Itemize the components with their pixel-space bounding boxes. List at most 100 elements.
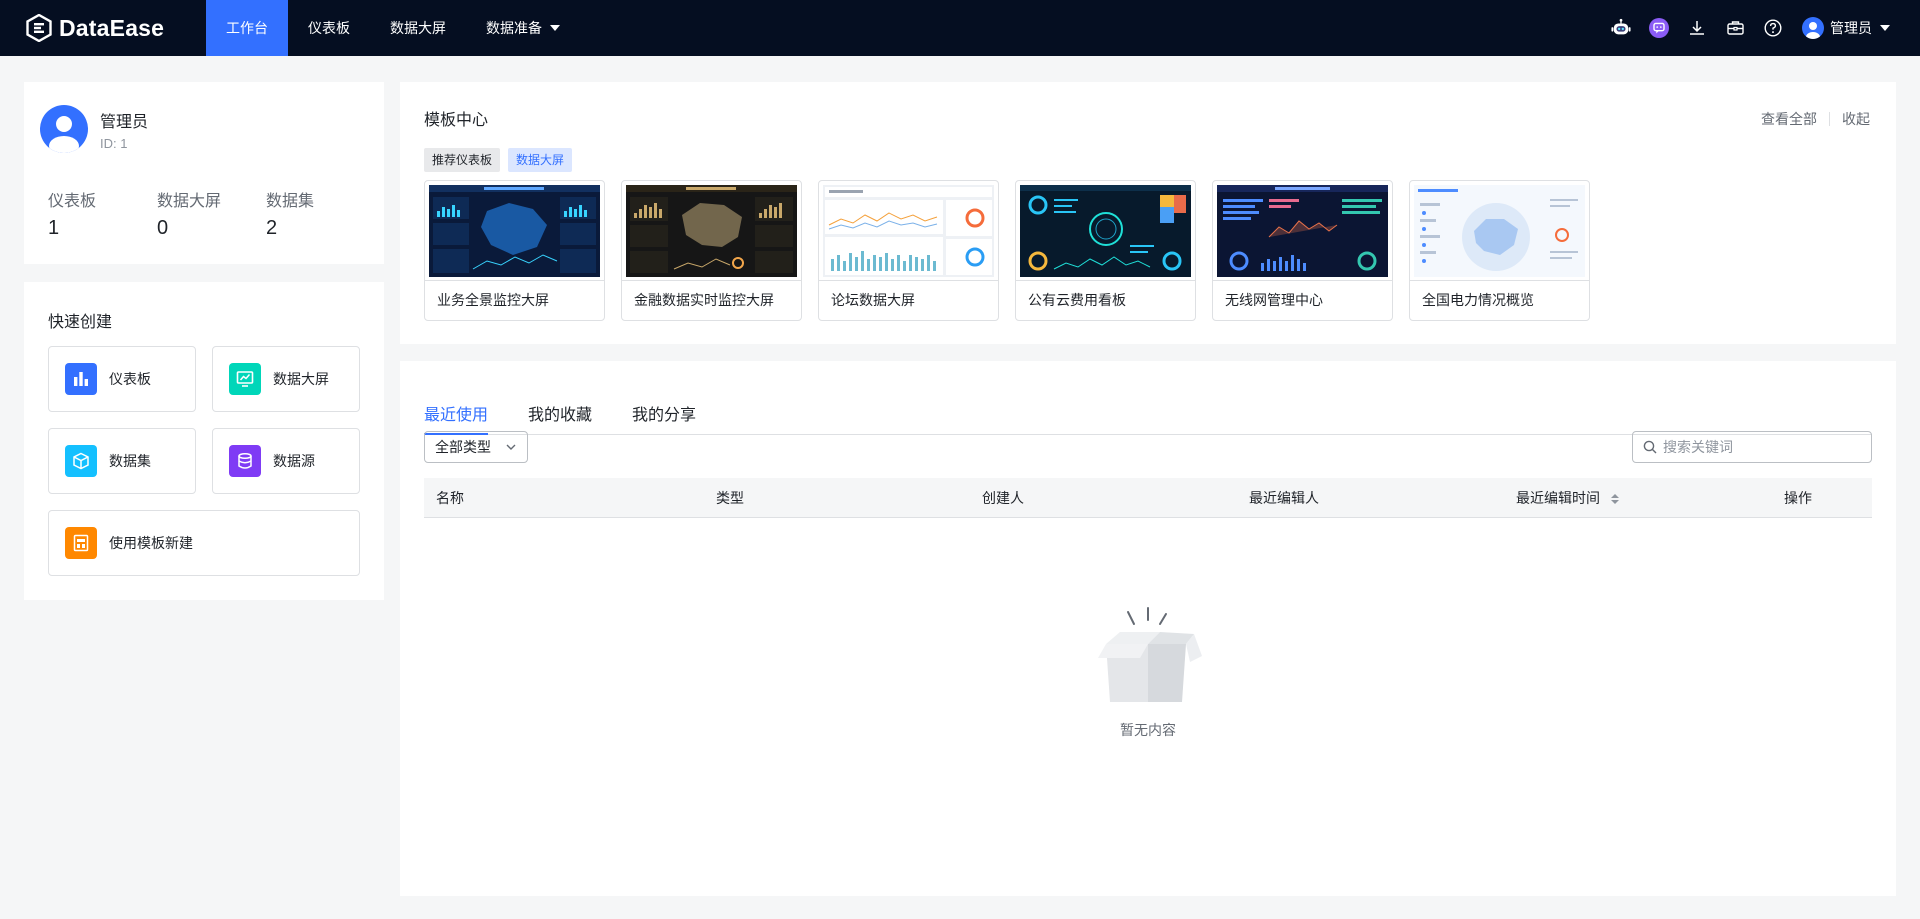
nav-item-label: 数据大屏 <box>390 20 446 36</box>
avatar <box>1802 17 1824 39</box>
tab-recent[interactable]: 最近使用 <box>424 381 489 435</box>
database-icon <box>229 445 261 477</box>
empty-box-icon <box>1098 607 1202 702</box>
nav-item-label: 数据准备 <box>486 20 542 36</box>
stat-label: 仪表板 <box>48 193 97 210</box>
template-center-card: 模板中心 查看全部 收起 推荐仪表板 数据大屏 业务全景监控大屏 金融数据实时监… <box>400 82 1896 344</box>
template-name: 论坛数据大屏 <box>831 292 915 308</box>
download-icon[interactable] <box>1687 18 1707 38</box>
template-card[interactable]: 无线网管理中心 <box>1212 180 1393 321</box>
nav-item-data-prep[interactable]: 数据准备 <box>466 0 580 56</box>
template-category-tags: 推荐仪表板 数据大屏 <box>424 148 580 172</box>
nav-item-data-screen[interactable]: 数据大屏 <box>370 0 466 56</box>
template-preview-image <box>1414 185 1585 277</box>
empty-text: 暂无内容 <box>1120 722 1176 738</box>
tab-shared[interactable]: 我的分享 <box>632 381 696 434</box>
main-nav: 工作台 仪表板 数据大屏 数据准备 <box>206 0 580 56</box>
template-preview-image <box>1217 185 1388 277</box>
template-center-actions: 查看全部 收起 <box>1761 109 1870 129</box>
template-thumbnail <box>819 181 998 281</box>
stat-data-screen: 数据大屏 0 <box>157 187 266 240</box>
quick-create-label: 数据源 <box>273 453 315 469</box>
column-header-creator: 创建人 <box>982 490 1024 506</box>
table-header: 名称 类型 创建人 最近编辑人 最近编辑时间 操作 <box>424 478 1872 518</box>
stat-value: 1 <box>48 217 60 239</box>
template-icon <box>65 527 97 559</box>
template-thumbnail <box>1410 181 1589 281</box>
template-thumbnail <box>1213 181 1392 281</box>
stat-dataset: 数据集 2 <box>266 187 375 240</box>
collapse-link[interactable]: 收起 <box>1842 109 1870 129</box>
search-input[interactable] <box>1663 439 1853 455</box>
stat-value: 0 <box>157 217 169 239</box>
profile-id: ID: 1 <box>100 136 128 151</box>
quick-create-label: 数据大屏 <box>273 371 329 387</box>
divider <box>1829 112 1830 126</box>
create-data-screen-button[interactable]: 数据大屏 <box>212 346 360 412</box>
stat-label: 数据大屏 <box>157 193 222 210</box>
template-card[interactable]: 全国电力情况概览 <box>1409 180 1590 321</box>
tag-data-screen[interactable]: 数据大屏 <box>508 148 573 172</box>
topbar-tools: 管理员 <box>1602 0 1920 56</box>
create-dashboard-button[interactable]: 仪表板 <box>48 346 196 412</box>
create-datasource-button[interactable]: 数据源 <box>212 428 360 494</box>
sort-icon <box>1610 494 1619 505</box>
stat-dashboard: 仪表板 1 <box>48 187 157 240</box>
template-preview-image <box>429 185 600 277</box>
create-from-template-button[interactable]: 使用模板新建 <box>48 510 360 576</box>
bar-chart-icon <box>65 363 97 395</box>
template-preview-image <box>626 185 797 277</box>
template-name: 业务全景监控大屏 <box>437 292 549 308</box>
column-header-last-edit-time[interactable]: 最近编辑时间 <box>1516 478 1620 518</box>
chevron-down-icon <box>506 444 516 450</box>
create-dataset-button[interactable]: 数据集 <box>48 428 196 494</box>
top-navigation-bar: DataEase 工作台 仪表板 数据大屏 数据准备 管理员 <box>0 0 1920 56</box>
template-name: 无线网管理中心 <box>1225 292 1323 308</box>
user-menu[interactable]: 管理员 <box>1802 17 1890 39</box>
chat-icon[interactable] <box>1649 18 1669 38</box>
search-box <box>1632 431 1872 463</box>
robot-icon[interactable] <box>1611 18 1631 38</box>
user-name: 管理员 <box>1830 20 1872 36</box>
search-icon <box>1643 440 1657 454</box>
caret-down-icon <box>1880 25 1890 31</box>
tag-recommended-dashboard[interactable]: 推荐仪表板 <box>424 148 501 172</box>
caret-down-icon <box>550 25 560 31</box>
view-all-link[interactable]: 查看全部 <box>1761 109 1817 129</box>
nav-item-label: 工作台 <box>226 20 268 36</box>
template-card[interactable]: 金融数据实时监控大屏 <box>621 180 802 321</box>
nav-item-workbench[interactable]: 工作台 <box>206 0 288 56</box>
template-thumbnail <box>425 181 604 281</box>
app-logo[interactable]: DataEase <box>0 0 206 56</box>
avatar <box>40 105 88 153</box>
quick-create-label: 使用模板新建 <box>109 535 193 551</box>
recent-card: 最近使用 我的收藏 我的分享 全部类型 名称 类型 创建人 最近编辑人 最近编辑… <box>400 361 1896 896</box>
nav-item-dashboard[interactable]: 仪表板 <box>288 0 370 56</box>
tab-favorites[interactable]: 我的收藏 <box>528 381 592 434</box>
stat-value: 2 <box>266 217 278 239</box>
quick-create-label: 数据集 <box>109 453 151 469</box>
type-filter-select[interactable]: 全部类型 <box>424 431 528 463</box>
dataease-logo-icon <box>26 14 52 42</box>
template-name: 全国电力情况概览 <box>1422 292 1534 308</box>
resource-stats: 仪表板 1 数据大屏 0 数据集 2 <box>48 187 375 240</box>
quick-create-label: 仪表板 <box>109 371 151 387</box>
column-header-type: 类型 <box>716 490 744 506</box>
column-header-name: 名称 <box>436 490 464 506</box>
profile-card: 管理员 ID: 1 仪表板 1 数据大屏 0 数据集 2 <box>24 82 384 264</box>
column-header-actions: 操作 <box>1784 490 1812 506</box>
template-thumbnail <box>1016 181 1195 281</box>
help-icon[interactable] <box>1763 18 1783 38</box>
template-card[interactable]: 业务全景监控大屏 <box>424 180 605 321</box>
template-center-title: 模板中心 <box>424 112 489 129</box>
profile-name: 管理员 <box>100 114 149 131</box>
app-name: DataEase <box>59 14 165 41</box>
column-header-last-editor: 最近编辑人 <box>1249 490 1319 506</box>
toolbox-icon[interactable] <box>1725 18 1745 38</box>
quick-create-title: 快速创建 <box>48 314 113 331</box>
template-list: 业务全景监控大屏 金融数据实时监控大屏 论坛数据大屏 公有云费用看板 无线网管理… <box>424 180 1606 321</box>
template-name: 公有云费用看板 <box>1028 292 1126 308</box>
template-card[interactable]: 论坛数据大屏 <box>818 180 999 321</box>
column-header-label: 最近编辑时间 <box>1516 490 1600 506</box>
template-card[interactable]: 公有云费用看板 <box>1015 180 1196 321</box>
